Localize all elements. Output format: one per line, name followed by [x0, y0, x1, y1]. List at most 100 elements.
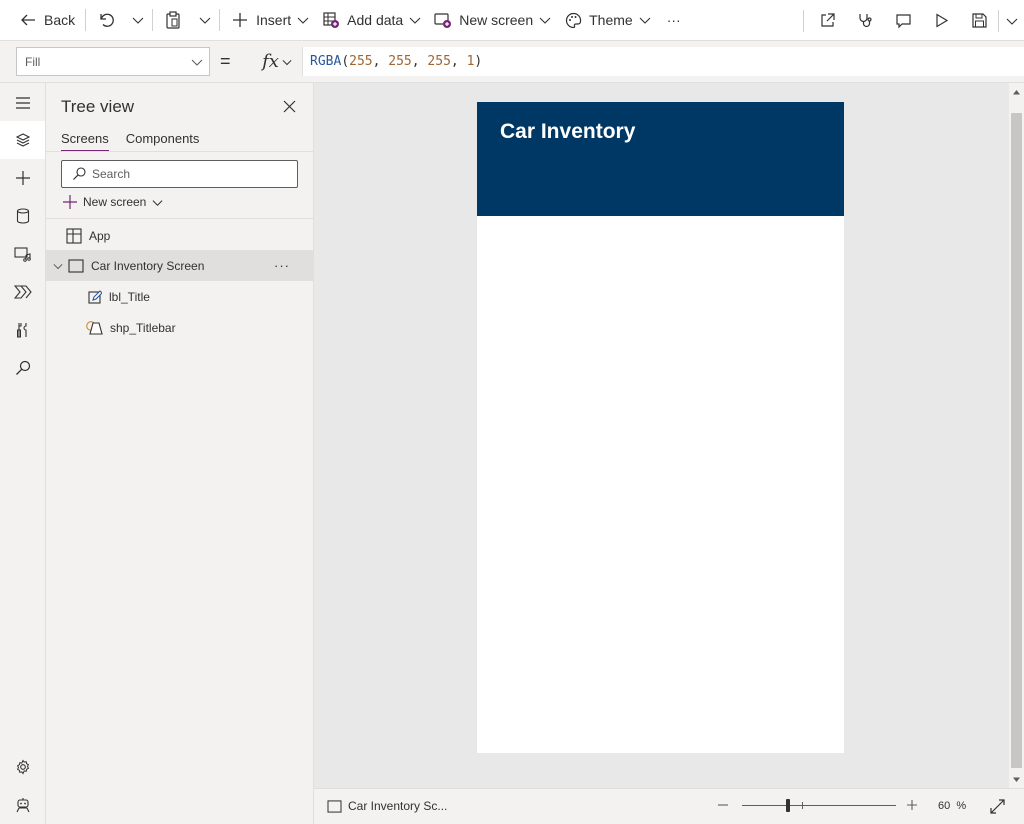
- save-button[interactable]: [960, 0, 998, 41]
- separator: [85, 9, 87, 31]
- formula-bar: Fill = fx RGBA(255, 255, 255, 1): [0, 41, 1024, 83]
- canvas-area: Car Inventory: [314, 83, 1009, 788]
- chevron-down-icon: [199, 14, 211, 26]
- tab-components[interactable]: Components: [126, 131, 200, 152]
- settings-rail-button[interactable]: [0, 748, 45, 786]
- tree-view-title: Tree view: [61, 97, 135, 116]
- formula-arg: 255: [427, 54, 451, 69]
- back-label: Back: [44, 12, 76, 28]
- save-dropdown[interactable]: [999, 0, 1024, 41]
- shape-icon: [86, 320, 103, 335]
- theme-button[interactable]: Theme: [557, 0, 657, 41]
- add-data-button[interactable]: Add data: [315, 0, 427, 41]
- minus-icon: [717, 799, 729, 811]
- save-icon: [969, 11, 989, 31]
- separator: [152, 9, 154, 31]
- chevron-down-icon: [297, 14, 309, 26]
- tree-node-label: Car Inventory Screen: [91, 258, 205, 273]
- fit-to-window-button[interactable]: [988, 797, 1006, 815]
- virtual-agent-rail-button[interactable]: [0, 786, 45, 824]
- insert-button[interactable]: Insert: [224, 0, 315, 41]
- app-checker-button[interactable]: [846, 0, 884, 41]
- undo-dropdown[interactable]: [122, 0, 148, 41]
- power-automate-icon: [13, 285, 32, 299]
- more-commands-button[interactable]: ···: [657, 0, 691, 41]
- more-commands-label: ···: [666, 12, 681, 28]
- tree-node-car-inventory-screen[interactable]: Car Inventory Screen ···: [46, 250, 314, 281]
- formula-function: RGBA: [310, 54, 342, 69]
- fx-icon: fx: [262, 51, 279, 72]
- zoom-in-button[interactable]: [903, 796, 921, 814]
- tab-screens[interactable]: Screens: [61, 131, 109, 152]
- search-icon: [15, 360, 31, 376]
- media-rail-button[interactable]: [0, 235, 45, 273]
- advanced-tools-rail-button[interactable]: [0, 311, 45, 349]
- property-value: Fill: [25, 54, 41, 69]
- scroll-down-icon[interactable]: [1012, 775, 1021, 784]
- scroll-thumb[interactable]: [1011, 113, 1022, 768]
- zoom-slider-track[interactable]: [742, 805, 896, 806]
- zoom-slider-thumb[interactable]: [786, 799, 791, 812]
- tree-new-screen-button[interactable]: New screen: [63, 195, 163, 209]
- chevron-down-icon[interactable]: [53, 261, 63, 271]
- search-rail-button[interactable]: [0, 349, 45, 387]
- tree-node-shp-titlebar[interactable]: shp_Titlebar: [46, 312, 314, 343]
- share-button[interactable]: [808, 0, 846, 41]
- chevron-down-icon: [282, 57, 292, 67]
- undo-button[interactable]: [90, 0, 122, 41]
- plus-icon: [63, 195, 77, 209]
- separator: [219, 9, 221, 31]
- power-automate-rail-button[interactable]: [0, 273, 45, 311]
- more-options-button[interactable]: ···: [274, 258, 290, 273]
- screen-breadcrumb[interactable]: Car Inventory Sc...: [327, 799, 447, 813]
- new-screen-label: New screen: [459, 12, 534, 28]
- new-screen-button[interactable]: New screen: [427, 0, 557, 41]
- zoom-out-button[interactable]: [714, 796, 732, 814]
- preview-button[interactable]: [922, 0, 960, 41]
- tree-node-label: shp_Titlebar: [110, 320, 176, 335]
- gear-icon: [15, 759, 31, 775]
- new-screen-label: New screen: [83, 195, 147, 209]
- arrow-left-icon: [18, 10, 38, 30]
- formula-separator: ,: [411, 54, 428, 69]
- label-icon: [88, 289, 102, 304]
- divider: [46, 151, 314, 152]
- undo-icon: [96, 10, 116, 30]
- zoom-value[interactable]: 60 %: [938, 800, 966, 812]
- tree-view-rail-button[interactable]: [0, 121, 45, 159]
- data-rail-button[interactable]: [0, 197, 45, 235]
- insert-label: Insert: [256, 12, 292, 28]
- tree-node-app[interactable]: App: [46, 220, 314, 251]
- tools-icon: [16, 322, 30, 338]
- canvas-vertical-scrollbar[interactable]: [1009, 83, 1024, 788]
- lbl-title[interactable]: Car Inventory: [500, 120, 635, 144]
- paste-button[interactable]: [157, 0, 189, 41]
- chevron-down-icon: [409, 14, 421, 26]
- tree-node-lbl-title[interactable]: lbl_Title: [46, 281, 314, 312]
- tree-node-label: App: [89, 228, 111, 243]
- plus-icon: [15, 170, 31, 186]
- chevron-down-icon: [132, 14, 144, 26]
- formula-paren: (: [341, 54, 350, 69]
- fx-button[interactable]: fx: [252, 47, 302, 76]
- comments-button[interactable]: [884, 0, 922, 41]
- hamburger-menu-button[interactable]: [0, 84, 45, 122]
- insert-rail-button[interactable]: [0, 159, 45, 197]
- equals-sign: =: [220, 51, 231, 71]
- separator: [803, 9, 804, 32]
- paste-dropdown[interactable]: [189, 0, 215, 41]
- expand-icon: [989, 798, 1005, 814]
- formula-separator: ,: [372, 54, 389, 69]
- formula-separator: ,: [450, 54, 467, 69]
- zoom-number: 60: [938, 800, 951, 812]
- close-tree-view-button[interactable]: [280, 97, 298, 115]
- zoom-slider-tick: [802, 802, 803, 809]
- app-screen[interactable]: Car Inventory: [477, 102, 844, 753]
- property-dropdown[interactable]: Fill: [16, 47, 210, 76]
- formula-input[interactable]: RGBA(255, 255, 255, 1): [302, 47, 1024, 76]
- hamburger-icon: [15, 96, 31, 110]
- screen-icon: [327, 799, 342, 813]
- tree-search-input[interactable]: Search: [61, 160, 298, 188]
- back-button[interactable]: Back: [12, 0, 81, 41]
- scroll-up-icon[interactable]: [1012, 88, 1021, 97]
